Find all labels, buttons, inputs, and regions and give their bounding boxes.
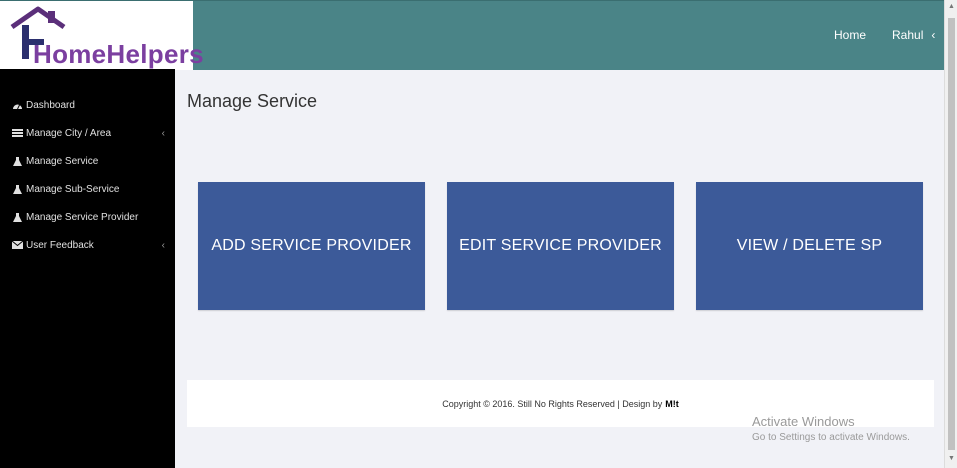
view-delete-sp-button[interactable]: VIEW / DELETE SP: [696, 182, 923, 310]
sidebar-item-label: Manage Service Provider: [26, 211, 139, 223]
logo[interactable]: HomeHelpers: [0, 1, 204, 70]
tile-label: ADD SERVICE PROVIDER: [211, 237, 412, 254]
sidebar-item-dashboard[interactable]: Dashboard: [0, 94, 175, 116]
sidebar-item-manage-service[interactable]: Manage Service: [0, 150, 175, 172]
sidebar-item-label: Dashboard: [26, 99, 75, 111]
logo-text: HomeHelpers: [33, 39, 204, 69]
sidebar-item-user-feedback[interactable]: User Feedback ‹: [0, 234, 175, 256]
scroll-down-icon[interactable]: ▼: [947, 455, 956, 465]
flask-icon: [11, 212, 23, 222]
sidebar: Dashboard Manage City / Area ‹ Manage Se…: [0, 69, 175, 468]
sidebar-item-manage-sub-service[interactable]: Manage Sub-Service: [0, 178, 175, 200]
sidebar-item-city-area[interactable]: Manage City / Area ‹: [0, 122, 175, 144]
flask-icon: [11, 184, 23, 194]
edit-service-provider-button[interactable]: EDIT SERVICE PROVIDER: [447, 182, 674, 310]
chevron-left-icon: ‹: [931, 28, 936, 42]
tile-label: VIEW / DELETE SP: [736, 237, 883, 254]
page-title: Manage Service: [187, 91, 318, 111]
scroll-up-icon[interactable]: ▲: [947, 3, 956, 13]
dashboard-icon: [11, 100, 23, 110]
nav-home-link[interactable]: Home: [834, 28, 866, 42]
sidebar-item-label: User Feedback: [26, 239, 94, 251]
main-content: Manage Service ADD SERVICE PROVIDER EDIT…: [175, 69, 944, 468]
tile-label: EDIT SERVICE PROVIDER: [459, 237, 662, 254]
chevron-left-icon: ‹: [161, 239, 165, 251]
sidebar-item-manage-service-provider[interactable]: Manage Service Provider: [0, 206, 175, 228]
flask-icon: [11, 156, 23, 166]
watermark-title: Activate Windows: [752, 414, 855, 429]
list-icon: [11, 128, 23, 138]
chevron-left-icon: ‹: [161, 127, 165, 139]
activate-windows-watermark: Activate Windows Go to Settings to activ…: [752, 414, 910, 443]
sidebar-item-label: Manage City / Area: [26, 127, 112, 139]
nav-user-menu[interactable]: Rahul ‹: [892, 28, 935, 42]
envelope-icon: [11, 240, 23, 250]
sidebar-item-label: Manage Sub-Service: [26, 183, 120, 195]
add-service-provider-button[interactable]: ADD SERVICE PROVIDER: [198, 182, 425, 310]
vertical-scrollbar[interactable]: ▲ ▼: [944, 0, 957, 468]
designer-brand: M!t: [665, 398, 679, 409]
top-bar: HomeHelpers Home Rahul ‹: [0, 0, 944, 70]
scroll-thumb[interactable]: [948, 18, 955, 450]
sidebar-item-label: Manage Service: [26, 155, 99, 167]
user-name: Rahul: [892, 28, 924, 42]
watermark-subtitle: Go to Settings to activate Windows.: [752, 432, 910, 443]
copyright-text: Copyright © 2016. Still No Rights Reserv…: [442, 398, 663, 409]
